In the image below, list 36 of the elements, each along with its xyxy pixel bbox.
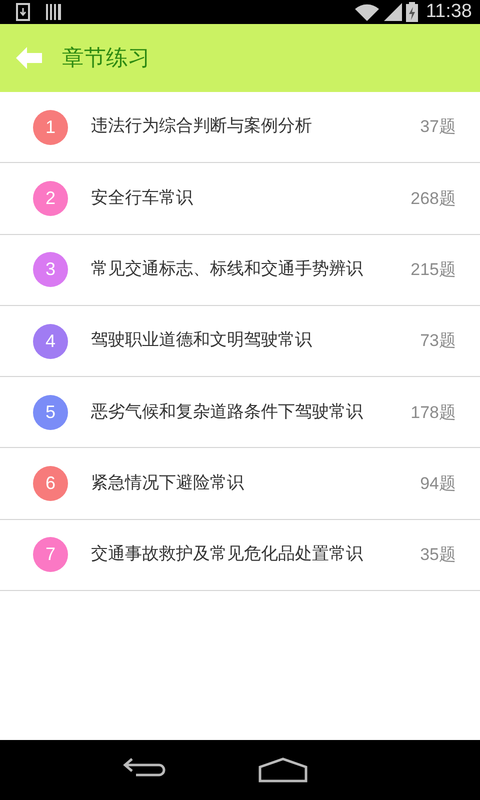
chapter-title: 驾驶职业道德和文明驾驶常识 xyxy=(91,329,312,352)
barcode-icon xyxy=(46,3,62,21)
chapter-title: 常见交通标志、标线和交通手势辨识 xyxy=(91,258,363,281)
chapter-number: 1 xyxy=(33,110,68,145)
chapter-number: 5 xyxy=(33,394,68,430)
chapter-title: 恶劣气候和复杂道路条件下驾驶常识 xyxy=(91,400,363,424)
chapter-row[interactable]: 2 安全行车常识 268题 xyxy=(0,163,480,235)
chapter-number: 2 xyxy=(33,180,68,216)
chapter-row[interactable]: 6 紧急情况下避险常识 94题 xyxy=(0,448,480,520)
question-count: 94题 xyxy=(420,472,456,495)
question-count: 178题 xyxy=(410,402,456,424)
download-icon xyxy=(16,3,30,21)
chapter-row[interactable]: 5 恶劣气候和复杂道路条件下驾驶常识 178题 xyxy=(0,377,480,448)
chapter-title: 紧急情况下避险常识 xyxy=(91,472,244,495)
chapter-title: 安全行车常识 xyxy=(91,186,193,210)
chapter-row[interactable]: 1 违法行为综合判断与案例分析 37题 xyxy=(0,92,480,164)
question-count: 37题 xyxy=(420,116,456,138)
status-time: 11:38 xyxy=(426,0,472,24)
chapter-number: 4 xyxy=(33,324,68,359)
chapter-number: 6 xyxy=(33,466,68,502)
chapter-title: 违法行为综合判断与案例分析 xyxy=(91,115,312,138)
chapter-row[interactable]: 3 常见交通标志、标线和交通手势辨识 215题 xyxy=(0,234,480,306)
question-count: 73题 xyxy=(420,330,456,352)
question-count: 35题 xyxy=(420,544,456,566)
question-count: 268题 xyxy=(410,188,456,210)
battery-icon xyxy=(406,2,418,22)
home-icon[interactable] xyxy=(258,757,308,783)
chapter-title: 交通事故救护及常见危化品处置常识 xyxy=(91,543,363,566)
page-title: 章节练习 xyxy=(62,44,150,72)
question-count: 215题 xyxy=(410,258,456,281)
chapter-number: 3 xyxy=(33,252,68,288)
chapter-number: 7 xyxy=(33,537,68,572)
chapter-row[interactable]: 7 交通事故救护及常见危化品处置常识 35题 xyxy=(0,520,480,592)
wifi-icon xyxy=(354,3,380,21)
signal-icon xyxy=(384,3,402,21)
chapter-row[interactable]: 4 驾驶职业道德和文明驾驶常识 73题 xyxy=(0,306,480,378)
